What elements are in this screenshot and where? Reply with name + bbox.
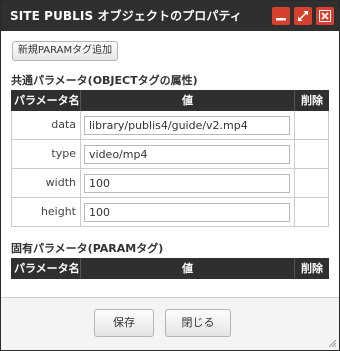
add-param-tag-button[interactable]: 新規PARAMタグ追加 bbox=[12, 41, 118, 61]
custom-params-header-row: パラメータ名 値 削除 bbox=[11, 258, 329, 279]
custom-params-title: 固有パラメータ(PARAMタグ) bbox=[11, 242, 164, 255]
table-row: height bbox=[11, 198, 329, 227]
titlebar[interactable]: SITE PUBLIS オブジェクトのプロパティ bbox=[1, 1, 339, 31]
resize-grip-icon[interactable] bbox=[327, 338, 337, 348]
dialog-title: SITE PUBLIS オブジェクトのプロパティ bbox=[10, 9, 242, 23]
table-row: data bbox=[11, 111, 329, 140]
header-value: 値 bbox=[81, 90, 295, 111]
param-name-type: type bbox=[12, 140, 81, 168]
header-delete: 削除 bbox=[301, 94, 323, 107]
delete-cell bbox=[295, 111, 328, 139]
delete-cell bbox=[295, 198, 328, 226]
expand-icon bbox=[298, 11, 308, 21]
type-value-input[interactable] bbox=[84, 145, 290, 164]
object-properties-dialog: SITE PUBLIS オブジェクトのプロパティ 新規PARAMタグ追加 共通パ… bbox=[0, 0, 340, 351]
param-name-width: width bbox=[12, 169, 81, 197]
save-button[interactable]: 保存 bbox=[94, 309, 154, 337]
table-row: type bbox=[11, 140, 329, 169]
maximize-button[interactable] bbox=[294, 7, 312, 25]
header-value: 値 bbox=[81, 258, 295, 279]
common-params-header-row: パラメータ名 値 削除 bbox=[11, 90, 329, 111]
custom-params-table: パラメータ名 値 削除 bbox=[11, 258, 329, 279]
delete-cell bbox=[295, 140, 328, 168]
minimize-button[interactable] bbox=[272, 7, 290, 25]
close-button[interactable]: 閉じる bbox=[165, 309, 231, 337]
close-icon bbox=[319, 10, 331, 22]
width-value-input[interactable] bbox=[84, 174, 290, 193]
table-row: width bbox=[11, 169, 329, 198]
header-delete: 削除 bbox=[301, 262, 323, 275]
common-params-title: 共通パラメータ(OBJECTタグの属性) bbox=[11, 74, 198, 87]
header-param-name: パラメータ名 bbox=[11, 258, 81, 279]
param-name-height: height bbox=[12, 198, 81, 226]
height-value-input[interactable] bbox=[84, 203, 290, 222]
delete-cell bbox=[295, 169, 328, 197]
param-name-data: data bbox=[12, 111, 81, 139]
minimize-icon bbox=[276, 18, 286, 21]
header-param-name: パラメータ名 bbox=[11, 90, 81, 111]
data-value-input[interactable] bbox=[84, 116, 290, 135]
common-params-table: パラメータ名 値 削除 data type width height bbox=[11, 90, 329, 227]
close-window-button[interactable] bbox=[316, 7, 334, 25]
dialog-footer: 保存 閉じる bbox=[1, 298, 339, 350]
